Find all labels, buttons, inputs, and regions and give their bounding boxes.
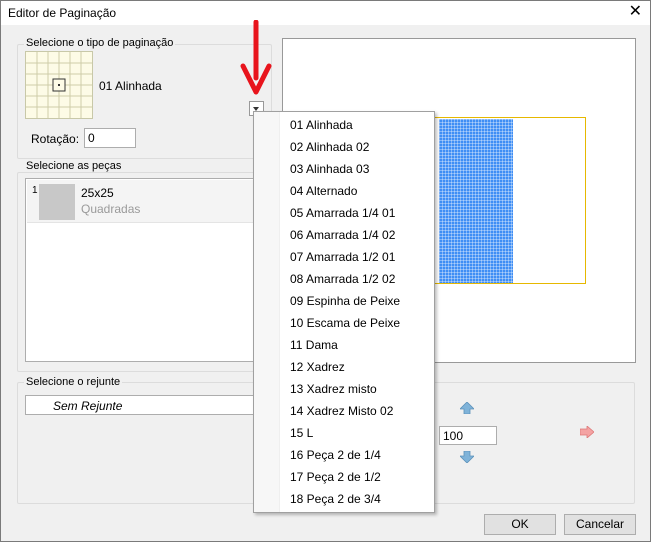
- dropdown-option[interactable]: 02 Alinhada 02: [290, 140, 369, 154]
- dropdown-option[interactable]: 08 Amarrada 1/2 02: [290, 272, 395, 286]
- grout-selected-value: Sem Rejunte: [53, 399, 123, 413]
- dropdown-option[interactable]: 06 Amarrada 1/4 02: [290, 228, 395, 242]
- arrow-right-icon[interactable]: [580, 426, 594, 438]
- close-icon[interactable]: ✕: [629, 3, 642, 21]
- dropdown-option[interactable]: 09 Espinha de Peixe: [290, 294, 400, 308]
- list-item[interactable]: 1 25x25 Quadradas: [27, 180, 267, 223]
- piece-swatch: [39, 184, 75, 220]
- pagination-type-dropdown[interactable]: 01 Alinhada 02 Alinhada 02 03 Alinhada 0…: [253, 111, 435, 513]
- pieces-list[interactable]: 1 25x25 Quadradas: [25, 178, 270, 362]
- dropdown-option[interactable]: 15 L: [290, 426, 313, 440]
- window-title: Editor de Paginação: [8, 6, 117, 20]
- dropdown-option[interactable]: 03 Alinhada 03: [290, 162, 369, 176]
- grout-select[interactable]: Sem Rejunte: [25, 395, 261, 415]
- dropdown-option[interactable]: 07 Amarrada 1/2 01: [290, 250, 395, 264]
- dropdown-option[interactable]: 10 Escama de Peixe: [290, 316, 400, 330]
- selected-pagination-label: 01 Alinhada: [99, 79, 162, 93]
- size-input[interactable]: [439, 426, 497, 445]
- dropdown-option[interactable]: 12 Xadrez: [290, 360, 345, 374]
- red-arrow-icon: [240, 20, 272, 95]
- dropdown-option[interactable]: 16 Peça 2 de 1/4: [290, 448, 381, 462]
- ok-button[interactable]: OK: [484, 514, 556, 535]
- dropdown-option[interactable]: 18 Peça 2 de 3/4: [290, 492, 381, 506]
- dropdown-option[interactable]: 05 Amarrada 1/4 01: [290, 206, 395, 220]
- rotation-input[interactable]: [84, 128, 136, 148]
- arrow-down-icon[interactable]: [460, 451, 474, 463]
- cancel-button[interactable]: Cancelar: [564, 514, 636, 535]
- title-bar: Editor de Paginação ✕: [1, 1, 650, 25]
- dropdown-gutter: [254, 112, 280, 512]
- dropdown-option[interactable]: 01 Alinhada: [290, 118, 353, 132]
- dropdown-option[interactable]: 04 Alternado: [290, 184, 357, 198]
- rotation-label: Rotação:: [31, 132, 80, 146]
- dropdown-option[interactable]: 17 Peça 2 de 1/2: [290, 470, 381, 484]
- piece-index: 1: [32, 185, 38, 196]
- arrow-up-icon[interactable]: [460, 402, 474, 414]
- pieces-group-label: Selecione as peças: [24, 160, 124, 172]
- piece-name: 25x25: [81, 186, 114, 200]
- grout-group-label: Selecione o rejunte: [24, 376, 123, 388]
- pagination-type-group-label: Selecione o tipo de paginação: [24, 37, 176, 49]
- dropdown-option[interactable]: 11 Dama: [290, 338, 338, 352]
- dropdown-option[interactable]: 13 Xadrez misto: [290, 382, 377, 396]
- piece-subtitle: Quadradas: [81, 202, 141, 216]
- preview-tiles: [439, 119, 513, 283]
- pagination-thumbnail: [25, 51, 93, 119]
- dropdown-option[interactable]: 14 Xadrez Misto 02: [290, 404, 393, 418]
